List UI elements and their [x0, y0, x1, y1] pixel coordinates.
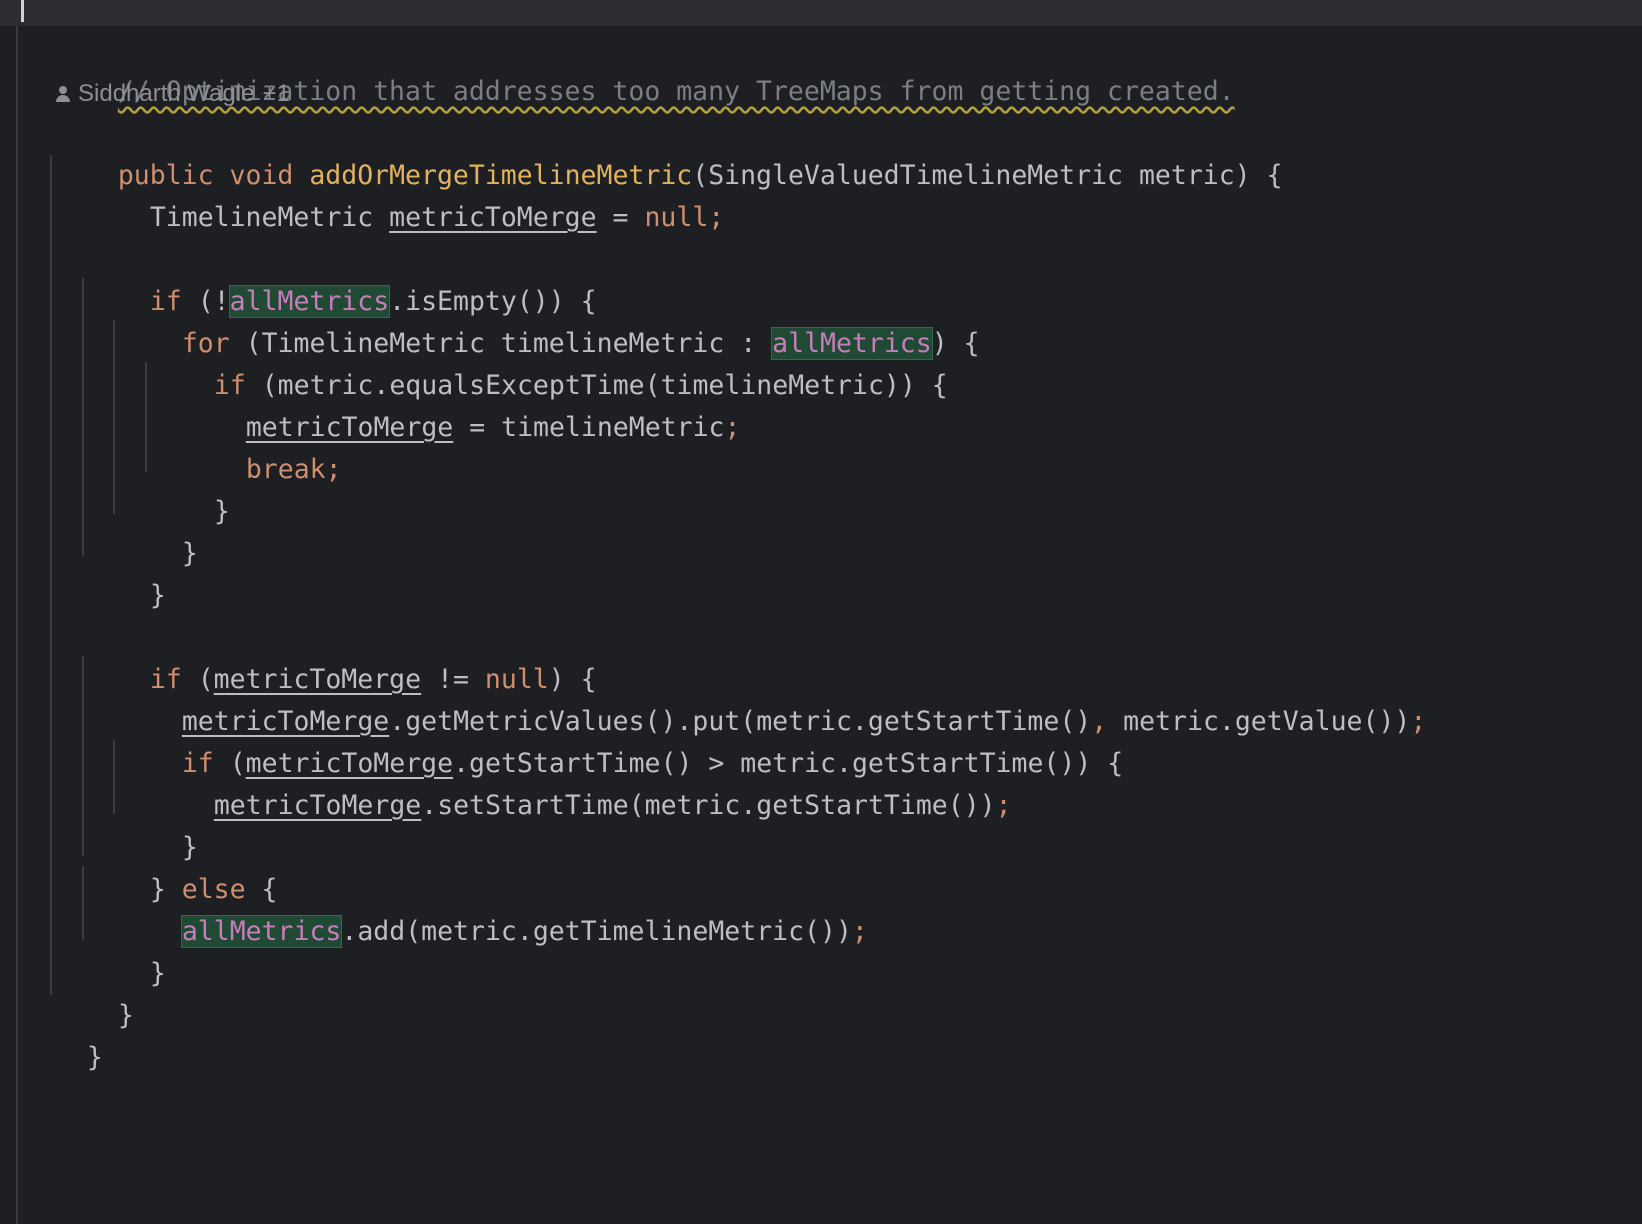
code-editor[interactable]: // Optimization that addresses too many …	[0, 0, 1642, 1224]
editor-top-band	[0, 0, 1642, 26]
field-all-metrics: allMetrics	[180, 915, 343, 948]
code-line[interactable]: if (metric.equalsExceptTime(timelineMetr…	[150, 320, 948, 401]
code-line[interactable]: TimelineMetric metricToMerge = null;	[86, 152, 724, 233]
semicolon: ;	[724, 412, 741, 443]
code-line[interactable]: if (metricToMerge != null) {	[86, 614, 597, 695]
operator: =	[596, 202, 645, 233]
code-line[interactable]: metricToMerge.setStartTime(metric.getSta…	[150, 740, 1012, 821]
code-line[interactable]: }	[54, 950, 134, 1031]
author-inlay-hint[interactable]: Siddharth Wagle +1	[56, 74, 290, 114]
code-text: .add(metric.getTimelineMetric())	[341, 916, 852, 947]
author-extra-count: +1	[262, 80, 290, 107]
indent-guide	[82, 278, 84, 556]
closing-brace: }	[213, 496, 230, 527]
signature-params: (SingleValuedTimelineMetric metric) {	[692, 160, 1283, 191]
code-text: = timelineMetric	[453, 412, 725, 443]
semicolon: ;	[708, 202, 725, 233]
closing-brace: }	[149, 580, 166, 611]
code-line[interactable]: for (TimelineMetric timelineMetric : all…	[118, 278, 980, 360]
keyword-null: null	[644, 202, 709, 233]
code-line[interactable]: }	[86, 530, 166, 611]
semicolon: ;	[325, 454, 342, 485]
code-line[interactable]: if (!allMetrics.isEmpty()) {	[86, 236, 597, 318]
closing-brace: }	[117, 1000, 134, 1031]
code-line-signature[interactable]: public void addOrMergeTimelineMetric(Sin…	[54, 110, 1283, 191]
code-line[interactable]: }	[86, 908, 166, 989]
variable-metric-to-merge: metricToMerge	[389, 202, 597, 233]
code-line[interactable]: }	[150, 446, 230, 527]
code-line[interactable]: allMetrics.add(metric.getTimelineMetric(…	[118, 866, 868, 948]
closing-brace: }	[181, 538, 198, 569]
code-line[interactable]: }	[118, 782, 198, 863]
code-line[interactable]: break;	[182, 404, 342, 485]
closing-brace: }	[149, 958, 166, 989]
code-text: metric.getValue())	[1107, 706, 1411, 737]
author-name: Siddharth Wagle	[78, 80, 255, 107]
text-caret	[21, 0, 24, 22]
indent-guide	[82, 866, 84, 940]
semicolon: ;	[851, 916, 868, 947]
closing-brace: }	[86, 1042, 103, 1073]
code-line-comment[interactable]: // Optimization that addresses too many …	[54, 26, 1235, 107]
code-line[interactable]: if (metricToMerge.getStartTime() > metri…	[118, 698, 1123, 779]
code-line[interactable]: metricToMerge.getMetricValues().put(metr…	[118, 656, 1427, 737]
person-icon	[56, 86, 70, 102]
code-line[interactable]: metricToMerge = timelineMetric;	[182, 362, 741, 443]
gutter-divider	[16, 26, 18, 1224]
indent-guide	[50, 155, 52, 995]
semicolon: ;	[995, 790, 1012, 821]
indent-guide	[82, 656, 84, 856]
keyword-break: break	[245, 454, 326, 485]
code-line[interactable]: } else {	[86, 824, 278, 905]
variable-metric-to-merge: metricToMerge	[213, 790, 422, 821]
code-line[interactable]: }	[118, 488, 198, 569]
semicolon: ;	[1410, 706, 1427, 737]
code-line[interactable]: }	[23, 992, 103, 1073]
code-text: .setStartTime(metric.getStartTime())	[421, 790, 996, 821]
indent-guide	[113, 740, 115, 814]
type-name: TimelineMetric	[149, 202, 390, 233]
